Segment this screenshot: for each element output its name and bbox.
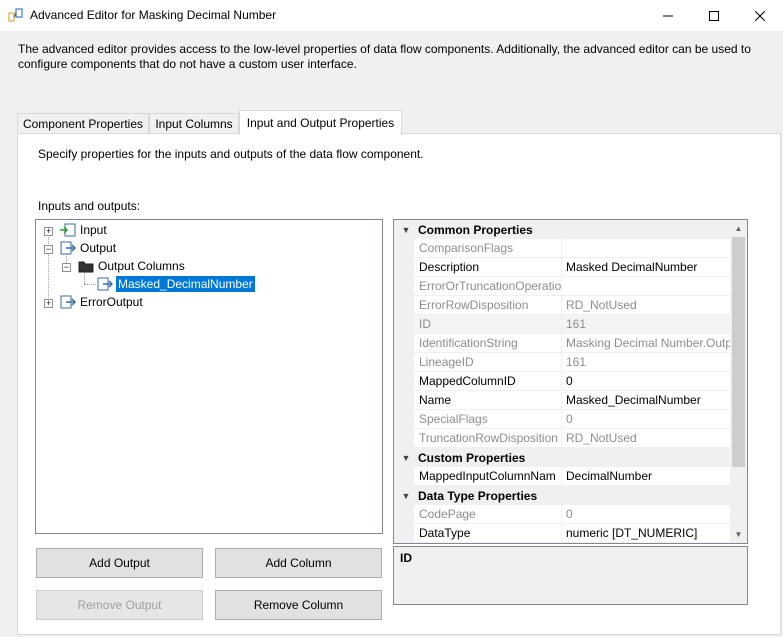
tree-item-masked-decimal-number[interactable]: Masked_DecimalNumber: [116, 276, 255, 292]
tree-item-output-columns[interactable]: Output Columns: [98, 259, 185, 273]
prop-name-id[interactable]: ID: [414, 315, 562, 334]
prop-value-data-type[interactable]: numeric [DT_NUMERIC]: [562, 524, 731, 543]
category-data-type-properties[interactable]: ▼ Data Type Properties: [394, 486, 731, 505]
add-output-button[interactable]: Add Output: [36, 548, 203, 578]
prop-value-identification-string[interactable]: Masking Decimal Number.Outp: [562, 334, 731, 353]
collapse-category-icon[interactable]: ▼: [394, 491, 418, 501]
property-grid[interactable]: ▼ Common Properties ComparisonFlags Desc…: [393, 219, 748, 544]
tab-component-properties[interactable]: Component Properties: [17, 113, 149, 134]
window-title: Advanced Editor for Masking Decimal Numb…: [30, 8, 277, 22]
prop-name-truncation-row-disposition[interactable]: TruncationRowDisposition: [414, 429, 562, 448]
prop-name-identification-string[interactable]: IdentificationString: [414, 334, 562, 353]
collapse-category-icon[interactable]: ▼: [394, 225, 418, 235]
tree-item-error-output[interactable]: ErrorOutput: [80, 295, 143, 309]
prop-name-error-row-disposition[interactable]: ErrorRowDisposition: [414, 296, 562, 315]
tree-connector: [84, 284, 96, 285]
output-icon: [60, 241, 76, 255]
close-icon: [755, 10, 765, 21]
category-custom-properties[interactable]: ▼ Custom Properties: [394, 448, 731, 467]
column-icon: [97, 277, 113, 291]
scroll-down-icon[interactable]: ▼: [730, 526, 747, 543]
inputs-outputs-label: Inputs and outputs:: [38, 199, 141, 213]
prop-name-name[interactable]: Name: [414, 391, 562, 410]
minimize-icon: [663, 15, 673, 16]
prop-name-special-flags[interactable]: SpecialFlags: [414, 410, 562, 429]
prop-value-id[interactable]: 161: [562, 315, 731, 334]
title-bar: Advanced Editor for Masking Decimal Numb…: [0, 0, 783, 31]
prop-value-description[interactable]: Masked DecimalNumber: [562, 258, 731, 277]
category-common-properties[interactable]: ▼ Common Properties: [394, 220, 731, 239]
prop-name-mapped-input-column-name[interactable]: MappedInputColumnNam: [414, 467, 562, 486]
prop-value-lineage-id[interactable]: 161: [562, 353, 731, 372]
error-output-icon: [60, 295, 76, 309]
prop-name-comparison-flags[interactable]: ComparisonFlags: [414, 239, 562, 258]
prop-name-error-or-truncation[interactable]: ErrorOrTruncationOperatio: [414, 277, 562, 296]
prop-value-code-page[interactable]: 0: [562, 505, 731, 524]
inputs-outputs-tree[interactable]: + Input − Output − Output Columns Masked…: [35, 219, 383, 534]
prop-value-special-flags[interactable]: 0: [562, 410, 731, 429]
category-label: Common Properties: [418, 222, 533, 237]
prop-value-comparison-flags[interactable]: [562, 239, 731, 258]
panel-description: Specify properties for the inputs and ou…: [38, 147, 424, 161]
prop-name-code-page[interactable]: CodePage: [414, 505, 562, 524]
help-title: ID: [400, 551, 412, 565]
remove-output-button[interactable]: Remove Output: [36, 590, 203, 620]
tree-item-input[interactable]: Input: [80, 223, 107, 237]
scroll-up-icon[interactable]: ▲: [730, 220, 747, 237]
prop-value-truncation-row-disposition[interactable]: RD_NotUsed: [562, 429, 731, 448]
remove-column-button[interactable]: Remove Column: [215, 590, 382, 620]
collapse-output-icon[interactable]: −: [44, 245, 53, 254]
collapse-category-icon[interactable]: ▼: [394, 453, 418, 463]
maximize-button[interactable]: [691, 0, 737, 31]
prop-value-mapped-column-id[interactable]: 0: [562, 372, 731, 391]
add-column-button[interactable]: Add Column: [215, 548, 382, 578]
editor-description: The advanced editor provides access to t…: [18, 42, 751, 71]
folder-icon: [78, 261, 94, 273]
prop-value-mapped-input-column-name[interactable]: DecimalNumber: [562, 467, 731, 486]
expand-error-output-icon[interactable]: +: [44, 299, 53, 308]
prop-value-error-or-truncation[interactable]: [562, 277, 731, 296]
prop-name-mapped-column-id[interactable]: MappedColumnID: [414, 372, 562, 391]
prop-value-name[interactable]: Masked_DecimalNumber: [562, 391, 731, 410]
prop-name-lineage-id[interactable]: LineageID: [414, 353, 562, 372]
prop-value-error-row-disposition[interactable]: RD_NotUsed: [562, 296, 731, 315]
prop-name-data-type[interactable]: DataType: [414, 524, 562, 543]
expand-input-icon[interactable]: +: [44, 227, 53, 236]
property-grid-scrollbar[interactable]: ▲ ▼: [730, 220, 747, 543]
close-button[interactable]: [737, 0, 783, 31]
minimize-button[interactable]: [645, 0, 691, 31]
tab-input-output-properties[interactable]: Input and Output Properties: [239, 110, 402, 135]
tree-item-output[interactable]: Output: [80, 241, 116, 255]
app-icon: [8, 8, 23, 22]
category-label: Custom Properties: [418, 450, 526, 465]
scroll-thumb[interactable]: [732, 237, 745, 467]
input-icon: [60, 223, 76, 237]
collapse-output-columns-icon[interactable]: −: [62, 263, 71, 272]
tab-input-columns[interactable]: Input Columns: [149, 113, 239, 134]
property-help-box: ID: [393, 546, 748, 605]
maximize-icon: [709, 10, 719, 21]
category-label: Data Type Properties: [418, 488, 538, 503]
prop-name-description[interactable]: Description: [414, 258, 562, 277]
